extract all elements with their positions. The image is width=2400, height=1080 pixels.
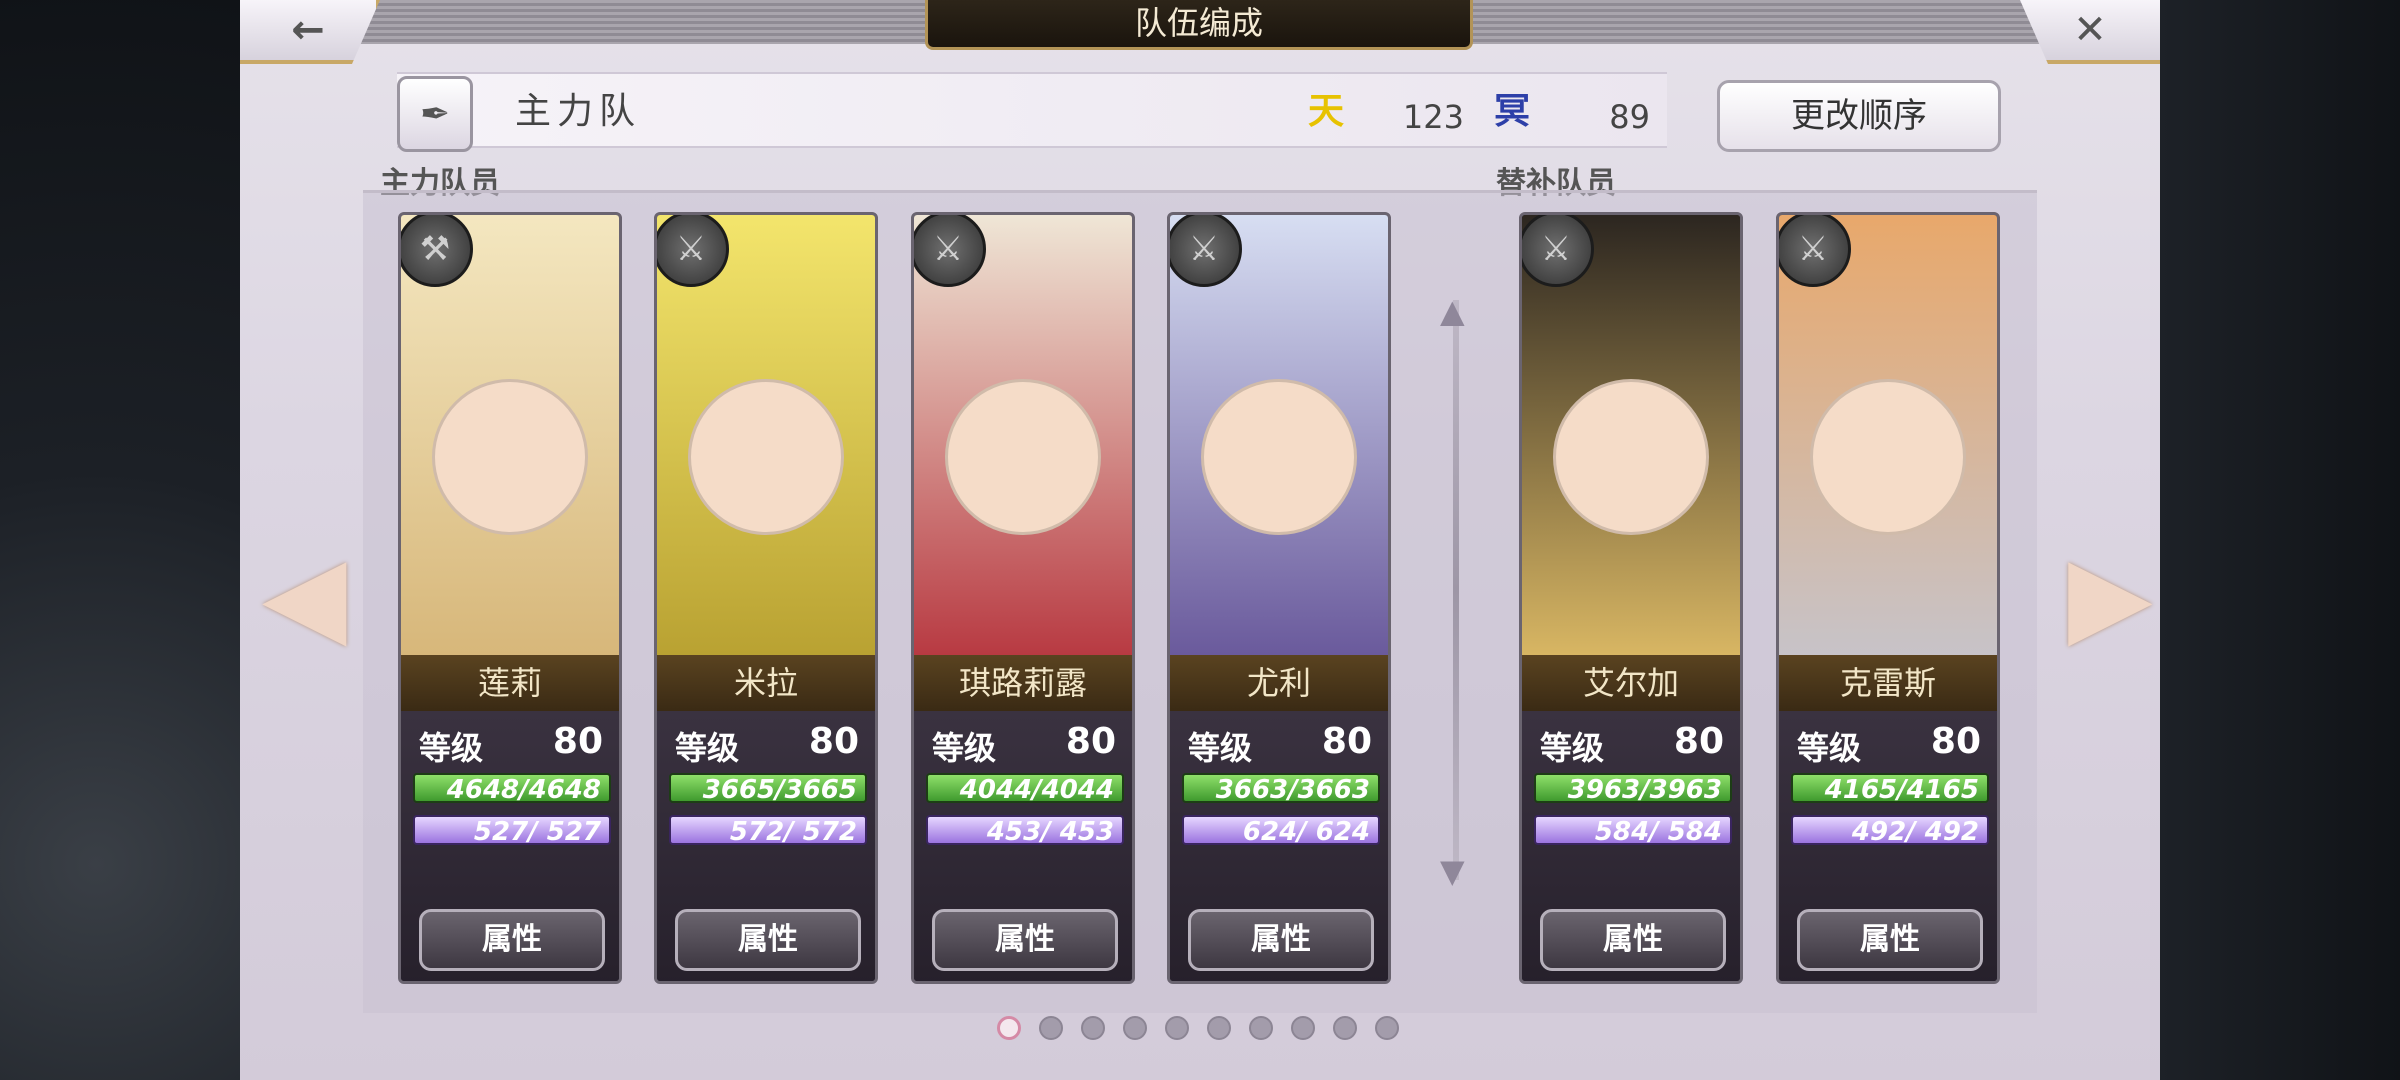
attributes-button[interactable]: 属性 xyxy=(1540,909,1726,971)
level-label: 等级 xyxy=(675,729,740,767)
character-name: 艾尔加 xyxy=(1522,655,1740,711)
character-name: 米拉 xyxy=(657,655,875,711)
page-dot[interactable] xyxy=(1081,1016,1105,1040)
character-card[interactable]: ⚔ 艾尔加 等级 80 3963/3963 584/ 584 属性 xyxy=(1519,212,1743,984)
hp-bar: 4165/4165 xyxy=(1791,773,1989,805)
quill-icon: ✒ xyxy=(419,93,451,135)
hp-bar: 3663/3663 xyxy=(1182,773,1380,805)
prev-page-arrow[interactable]: ◀ xyxy=(262,540,347,650)
left-background xyxy=(0,0,240,1080)
level-label: 等级 xyxy=(419,729,484,767)
sword-icon: ⚔ xyxy=(1779,215,1851,287)
page-dot[interactable] xyxy=(1333,1016,1357,1040)
level-value: 80 xyxy=(1065,721,1116,762)
swap-divider xyxy=(1453,300,1459,880)
character-name: 尤利 xyxy=(1170,655,1388,711)
swap-up-icon: ▲ xyxy=(1440,292,1465,330)
next-page-arrow[interactable]: ▶ xyxy=(2068,540,2153,650)
level-value: 80 xyxy=(1930,721,1981,762)
axe-icon: ⚒ xyxy=(401,215,473,287)
page-dot[interactable] xyxy=(1039,1016,1063,1040)
character-stats: 等级 80 4044/4044 453/ 453 属性 xyxy=(914,711,1132,981)
mp-bar: 572/ 572 xyxy=(669,815,867,847)
character-card[interactable]: ⚔ 琪路莉露 等级 80 4044/4044 453/ 453 属性 xyxy=(911,212,1135,984)
page-dot[interactable] xyxy=(1165,1016,1189,1040)
sword-icon: ⚔ xyxy=(1522,215,1594,287)
character-card[interactable]: ⚔ 克雷斯 等级 80 4165/4165 492/ 492 属性 xyxy=(1776,212,2000,984)
character-face xyxy=(432,379,588,535)
page-dot[interactable] xyxy=(1249,1016,1273,1040)
level-label: 等级 xyxy=(932,729,997,767)
attributes-button[interactable]: 属性 xyxy=(1188,909,1374,971)
swap-down-icon: ▼ xyxy=(1440,852,1465,890)
sword-icon: ⚔ xyxy=(1170,215,1242,287)
level-value: 80 xyxy=(1321,721,1372,762)
underworld-currency-icon: 冥 xyxy=(1494,91,1531,132)
character-card[interactable]: ⚔ 米拉 等级 80 3665/3665 572/ 572 属性 xyxy=(654,212,878,984)
character-name: 琪路莉露 xyxy=(914,655,1132,711)
hp-bar: 3665/3665 xyxy=(669,773,867,805)
level-value: 80 xyxy=(552,721,603,762)
team-name: 主力队 xyxy=(515,91,642,132)
heaven-currency-icon: 天 xyxy=(1308,91,1345,132)
character-face xyxy=(1810,379,1966,535)
character-name: 莲莉 xyxy=(401,655,619,711)
level-label: 等级 xyxy=(1797,729,1862,767)
heaven-currency-value: 123 xyxy=(1402,98,1464,136)
hp-bar: 4648/4648 xyxy=(413,773,611,805)
hp-bar: 3963/3963 xyxy=(1534,773,1732,805)
mp-bar: 624/ 624 xyxy=(1182,815,1380,847)
attributes-button[interactable]: 属性 xyxy=(1797,909,1983,971)
level-value: 80 xyxy=(808,721,859,762)
character-face xyxy=(945,379,1101,535)
back-arrow-icon: ← xyxy=(291,7,325,53)
character-stats: 等级 80 3963/3963 584/ 584 属性 xyxy=(1522,711,1740,981)
character-stats: 等级 80 3665/3665 572/ 572 属性 xyxy=(657,711,875,981)
attributes-button[interactable]: 属性 xyxy=(932,909,1118,971)
character-stats: 等级 80 3663/3663 624/ 624 属性 xyxy=(1170,711,1388,981)
level-label: 等级 xyxy=(1188,729,1253,767)
attributes-button[interactable]: 属性 xyxy=(419,909,605,971)
character-card[interactable]: ⚒ 莲莉 等级 80 4648/4648 527/ 527 属性 xyxy=(398,212,622,984)
close-icon: ✕ xyxy=(2073,7,2107,53)
character-name: 克雷斯 xyxy=(1779,655,1997,711)
level-value: 80 xyxy=(1673,721,1724,762)
page-title: 队伍编成 xyxy=(925,0,1473,50)
mp-bar: 453/ 453 xyxy=(926,815,1124,847)
character-face xyxy=(688,379,844,535)
page-dot[interactable] xyxy=(1123,1016,1147,1040)
mp-bar: 492/ 492 xyxy=(1791,815,1989,847)
character-stats: 等级 80 4165/4165 492/ 492 属性 xyxy=(1779,711,1997,981)
mp-bar: 584/ 584 xyxy=(1534,815,1732,847)
character-stats: 等级 80 4648/4648 527/ 527 属性 xyxy=(401,711,619,981)
character-face xyxy=(1553,379,1709,535)
edit-team-name-button[interactable]: ✒ xyxy=(397,76,473,152)
attributes-button[interactable]: 属性 xyxy=(675,909,861,971)
level-label: 等级 xyxy=(1540,729,1605,767)
character-face xyxy=(1201,379,1357,535)
page-dot[interactable] xyxy=(997,1016,1021,1040)
sword-icon: ⚔ xyxy=(914,215,986,287)
mp-bar: 527/ 527 xyxy=(413,815,611,847)
character-card[interactable]: ⚔ 尤利 等级 80 3663/3663 624/ 624 属性 xyxy=(1167,212,1391,984)
reorder-button[interactable]: 更改顺序 xyxy=(1717,80,2001,152)
pagination xyxy=(997,1016,1399,1040)
sword-icon: ⚔ xyxy=(657,215,729,287)
underworld-currency-value: 89 xyxy=(1609,98,1650,136)
page-dot[interactable] xyxy=(1207,1016,1231,1040)
hp-bar: 4044/4044 xyxy=(926,773,1124,805)
page-dot[interactable] xyxy=(1375,1016,1399,1040)
right-background xyxy=(2160,0,2400,1080)
page-dot[interactable] xyxy=(1291,1016,1315,1040)
